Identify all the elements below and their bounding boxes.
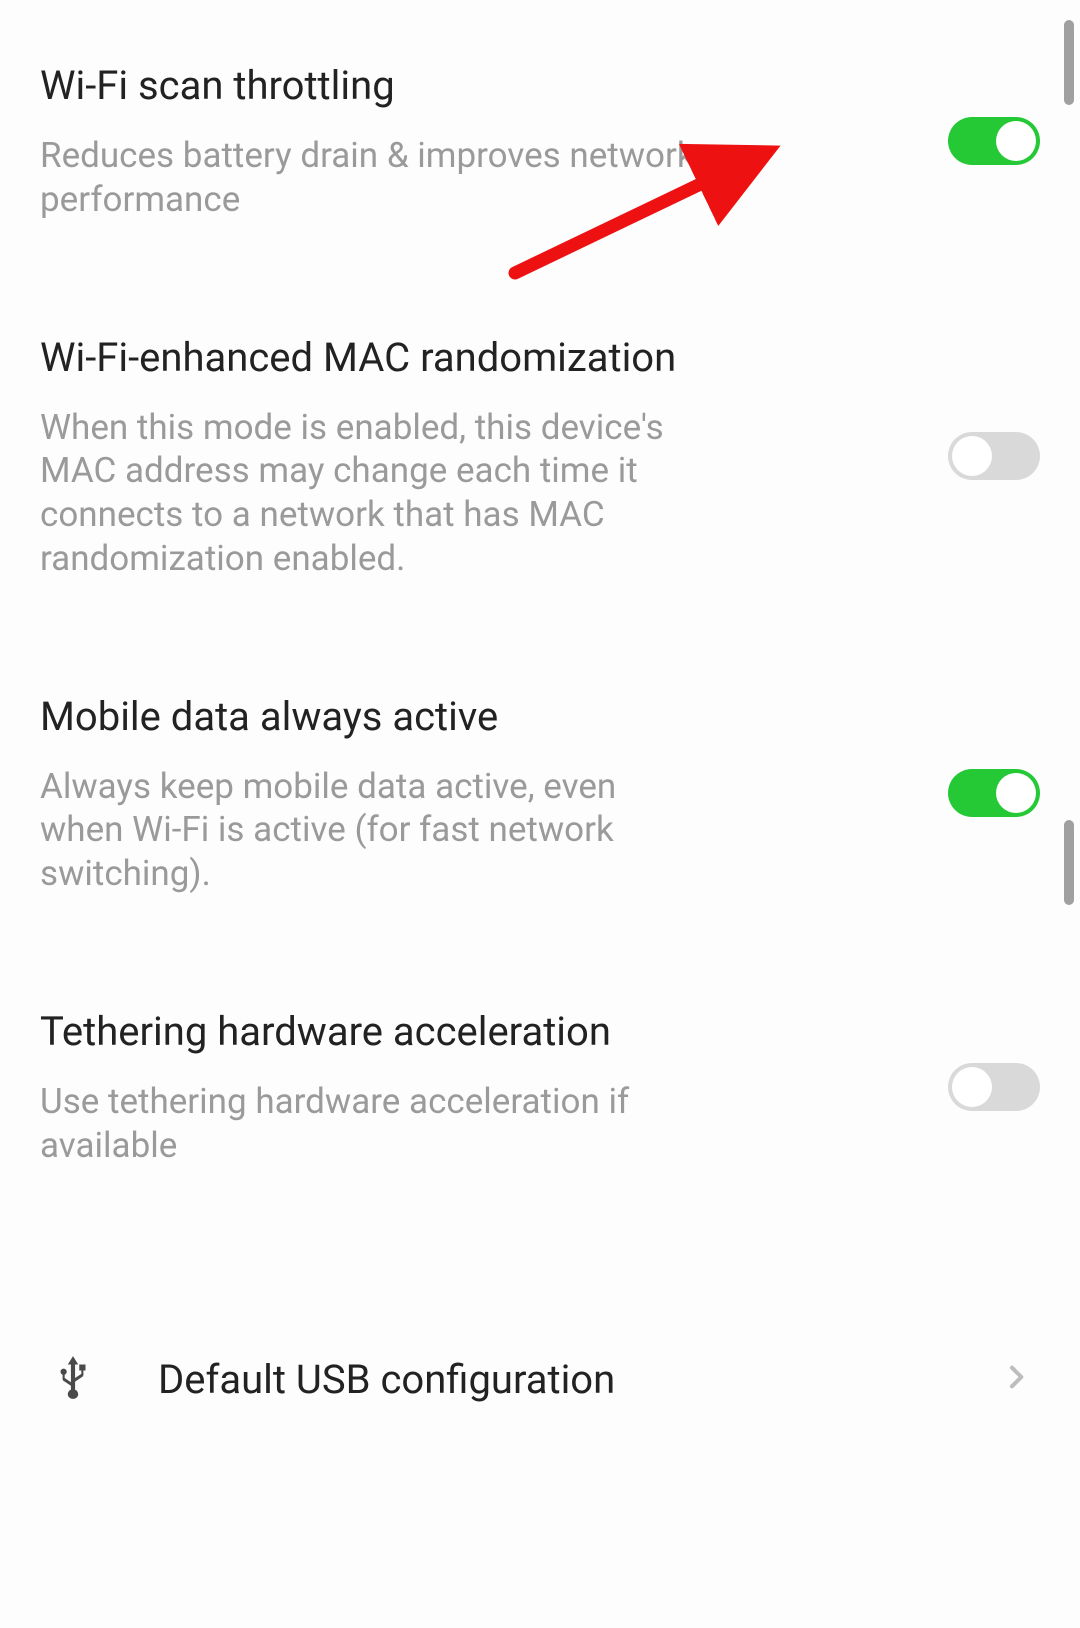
setting-title: Tethering hardware acceleration — [40, 1006, 700, 1058]
usb-icon — [48, 1347, 98, 1411]
toggle-mobile-data-always-active[interactable] — [948, 769, 1040, 817]
scrollbar-thumb[interactable] — [1064, 820, 1074, 905]
setting-text: Wi-Fi-enhanced MAC randomization When th… — [40, 332, 700, 581]
setting-description: Always keep mobile data active, even whe… — [40, 765, 700, 896]
toggle-wifi-mac-randomization[interactable] — [948, 432, 1040, 480]
toggle-tethering-hw-accel[interactable] — [948, 1063, 1040, 1111]
toggle-knob — [996, 773, 1036, 813]
setting-wifi-scan-throttling[interactable]: Wi-Fi scan throttling Reduces battery dr… — [40, 60, 1040, 332]
setting-description: Use tethering hardware acceleration if a… — [40, 1080, 700, 1168]
settings-list: Wi-Fi scan throttling Reduces battery dr… — [0, 0, 1080, 1411]
setting-tethering-hw-accel[interactable]: Tethering hardware acceleration Use teth… — [40, 1006, 1040, 1278]
link-default-usb-configuration[interactable]: Default USB configuration — [40, 1277, 1040, 1411]
toggle-knob — [952, 436, 992, 476]
chevron-right-icon — [1000, 1361, 1032, 1397]
toggle-knob — [996, 121, 1036, 161]
link-label: Default USB configuration — [158, 1356, 940, 1403]
setting-text: Wi-Fi scan throttling Reduces battery dr… — [40, 60, 700, 222]
setting-mobile-data-always-active[interactable]: Mobile data always active Always keep mo… — [40, 691, 1040, 1006]
setting-wifi-mac-randomization[interactable]: Wi-Fi-enhanced MAC randomization When th… — [40, 332, 1040, 691]
setting-description: Reduces battery drain & improves network… — [40, 134, 700, 222]
setting-title: Mobile data always active — [40, 691, 700, 743]
scrollbar-thumb[interactable] — [1064, 20, 1074, 105]
setting-text: Tethering hardware acceleration Use teth… — [40, 1006, 700, 1168]
setting-title: Wi-Fi scan throttling — [40, 60, 700, 112]
setting-title: Wi-Fi-enhanced MAC randomization — [40, 332, 700, 384]
setting-description: When this mode is enabled, this device's… — [40, 406, 700, 581]
toggle-knob — [952, 1067, 992, 1107]
setting-text: Mobile data always active Always keep mo… — [40, 691, 700, 896]
toggle-wifi-scan-throttling[interactable] — [948, 117, 1040, 165]
